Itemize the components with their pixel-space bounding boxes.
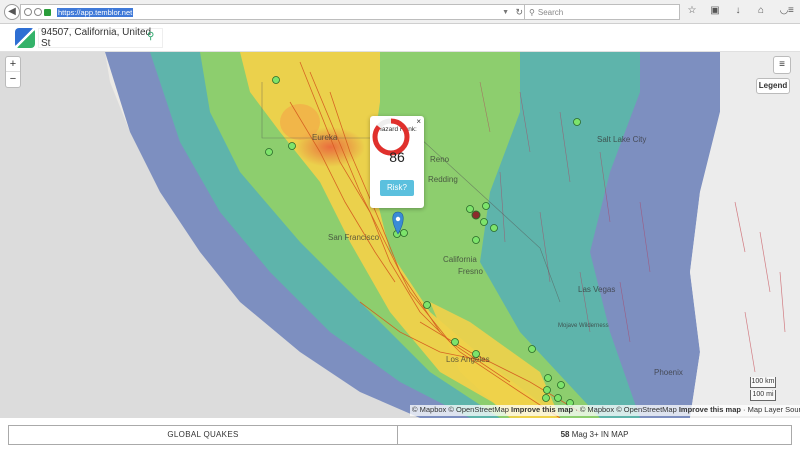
clipboard-icon[interactable]: ▣ [709, 5, 721, 16]
home-icon[interactable]: ⌂ [755, 5, 767, 16]
star-icon[interactable]: ☆ [686, 5, 698, 16]
hazard-heatmap: Eureka Redding San Francisco California … [0, 52, 800, 418]
url-text[interactable]: https://app.temblor.net [57, 7, 134, 17]
location-search-input[interactable]: 94507, California, United St [38, 27, 163, 49]
lock-icon [44, 8, 51, 16]
bottom-bar: GLOBAL QUAKES 58 Mag 3+ IN MAP [0, 418, 800, 450]
toolbar-icons: ☆ ▣ ↓ ⌂ ◡ [686, 5, 790, 16]
quake-count: 58 [560, 430, 570, 439]
zoom-control: + − [5, 56, 21, 88]
recent-quake-marker[interactable] [471, 210, 481, 220]
temblor-logo[interactable] [15, 28, 35, 48]
place-label: Mojave Wilderness [558, 323, 609, 329]
attribution-text: © Mapbox © OpenStreetMap [412, 405, 509, 414]
place-label: California [443, 255, 477, 264]
download-icon[interactable]: ↓ [732, 5, 744, 16]
place-label: Las Vegas [578, 285, 615, 294]
quake-count-label: Mag 3+ IN MAP [571, 430, 629, 439]
app-header: 94507, California, United St ⚲ [0, 24, 800, 52]
risk-button[interactable]: Risk? [380, 180, 414, 196]
hazard-map[interactable]: Eureka Redding San Francisco California … [0, 52, 800, 418]
layers-icon[interactable]: ≡ [773, 56, 791, 74]
place-label: San Francisco [328, 233, 380, 242]
quakes-in-map-button[interactable]: 58 Mag 3+ IN MAP [397, 425, 792, 445]
place-label: Los Angeles [446, 355, 490, 364]
improve-map-link[interactable]: Improve this map [511, 405, 573, 414]
browser-search-input[interactable]: ⚲ Search [524, 4, 680, 20]
chevron-down-icon[interactable]: ▼ [502, 9, 509, 16]
hazard-rank-value: 86 [389, 149, 405, 165]
place-label: Salt Lake City [597, 135, 646, 144]
place-label: Eureka [312, 133, 338, 142]
address-bar[interactable]: https://app.temblor.net ▼ ↻ [20, 4, 528, 20]
zoom-out-button[interactable]: − [6, 72, 20, 87]
scale-mi: 100 mi [750, 390, 776, 401]
browser-toolbar: ◀ https://app.temblor.net ▼ ↻ ⚲ Search ☆… [0, 0, 800, 24]
global-quakes-button[interactable]: GLOBAL QUAKES [8, 425, 398, 445]
place-label: Phoenix [654, 368, 683, 377]
menu-icon[interactable]: ≡ [788, 5, 794, 16]
place-label: Fresno [458, 267, 483, 276]
place-label: Redding [428, 175, 458, 184]
scale-km: 100 km [750, 377, 776, 388]
shield-icon[interactable] [34, 8, 42, 16]
map-attribution: © Mapbox © OpenStreetMap Improve this ma… [410, 405, 800, 416]
reload-icon[interactable]: ↻ [515, 7, 523, 18]
back-icon[interactable]: ◀ [4, 3, 20, 20]
search-placeholder: Search [537, 7, 564, 17]
improve-map-link[interactable]: Improve this map [679, 405, 741, 414]
hazard-popup: × Hazard Rank: 86 Risk? [370, 116, 424, 208]
map-layer-sources-link[interactable]: · Map Layer Sources [743, 405, 800, 414]
place-label: Reno [430, 155, 450, 164]
info-icon[interactable] [24, 8, 32, 16]
search-icon[interactable]: ⚲ [147, 31, 154, 42]
close-icon[interactable]: × [416, 117, 421, 126]
attribution-text: · © Mapbox © OpenStreetMap [575, 405, 677, 414]
search-icon: ⚲ [529, 7, 535, 17]
legend-button[interactable]: Legend [756, 78, 790, 94]
zoom-in-button[interactable]: + [6, 57, 20, 72]
